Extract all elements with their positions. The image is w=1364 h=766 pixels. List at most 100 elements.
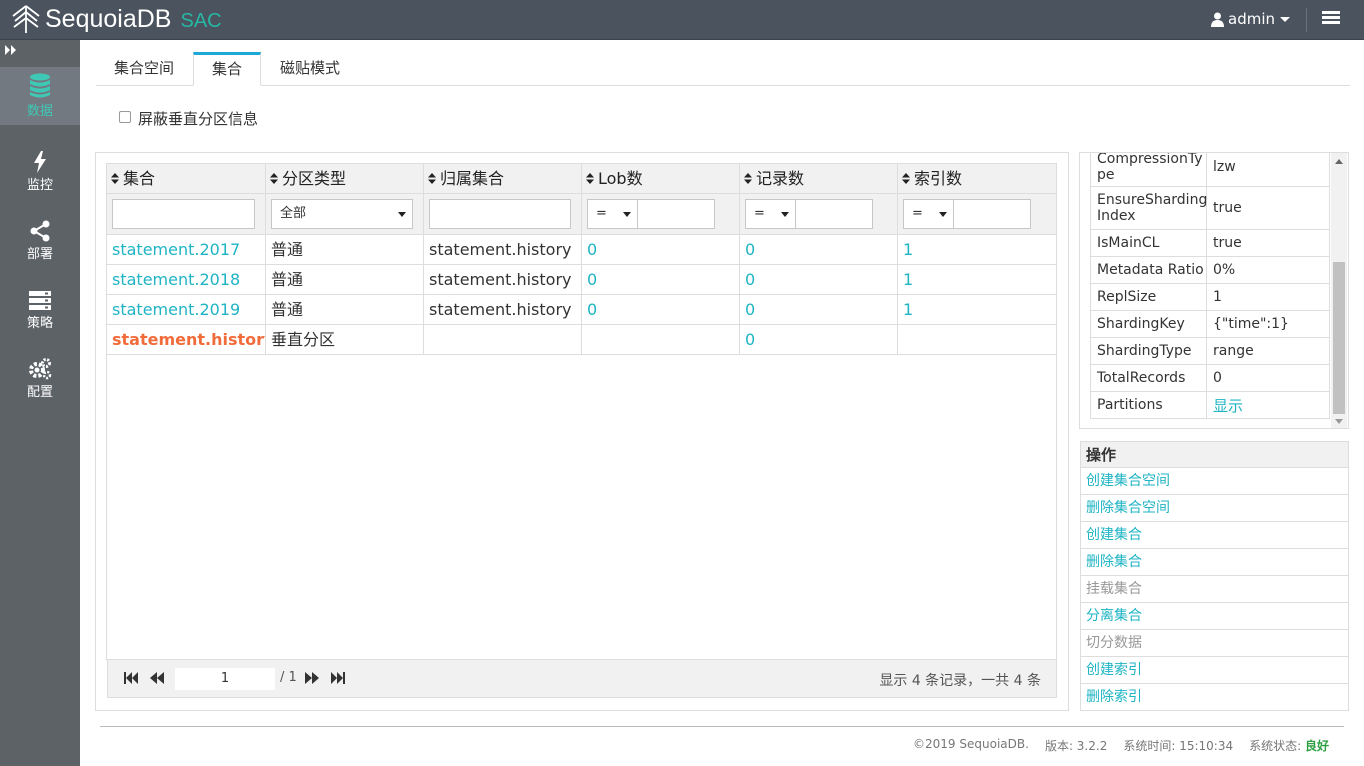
- detail-key: EnsureSharding Index: [1091, 187, 1207, 229]
- detail-scrollbar[interactable]: [1331, 153, 1347, 428]
- scroll-up-icon[interactable]: [1335, 159, 1343, 164]
- sidebar-item-deploy[interactable]: 部署: [0, 214, 80, 272]
- user-name: admin: [1228, 10, 1275, 28]
- sidebar-item-label: 监控: [26, 178, 53, 193]
- lob-filter-input[interactable]: [637, 199, 715, 229]
- column-header-lob[interactable]: Lob数: [582, 164, 740, 194]
- share-icon: [30, 220, 50, 242]
- record-count[interactable]: 0: [740, 235, 898, 265]
- indexes-operator-select[interactable]: =: [903, 199, 954, 229]
- delete-index-link[interactable]: 删除索引: [1081, 684, 1348, 711]
- page-total: / 1: [280, 670, 297, 685]
- sidebar-item-data[interactable]: 数据: [0, 67, 80, 125]
- sidebar-item-strategy[interactable]: 策略: [0, 283, 80, 341]
- partition-type: 普通: [266, 235, 424, 265]
- lightning-icon: [34, 151, 46, 173]
- first-page-icon[interactable]: [124, 672, 138, 684]
- operations-title: 操作: [1081, 442, 1348, 468]
- lob-count[interactable]: [582, 325, 740, 355]
- tab-collection[interactable]: 集合: [193, 52, 261, 86]
- gears-icon: [29, 358, 52, 380]
- collection-name-link-selected[interactable]: statement.history: [107, 325, 266, 355]
- sort-icon: [270, 173, 278, 184]
- sidebar-item-monitor[interactable]: 监控: [0, 145, 80, 203]
- detail-value: lzw: [1213, 159, 1236, 175]
- prev-page-icon[interactable]: [150, 672, 164, 684]
- chevron-down-icon: [398, 212, 406, 217]
- top-bar: SequoiaDB SAC admin: [0, 0, 1364, 40]
- lob-count[interactable]: 0: [582, 265, 740, 295]
- detail-key: ShardingType: [1091, 338, 1207, 364]
- records-filter-input[interactable]: [795, 199, 873, 229]
- records-operator-select[interactable]: =: [745, 199, 796, 229]
- record-count[interactable]: 0: [740, 325, 898, 355]
- tab-tile-mode[interactable]: 磁贴模式: [268, 52, 352, 86]
- create-index-link[interactable]: 创建索引: [1081, 657, 1348, 684]
- hide-vertical-partition-option[interactable]: 屏蔽垂直分区信息: [119, 108, 258, 129]
- delete-collection-space-link[interactable]: 删除集合空间: [1081, 495, 1348, 522]
- lob-count[interactable]: 0: [582, 295, 740, 325]
- column-header-records[interactable]: 记录数: [740, 164, 898, 194]
- index-count[interactable]: 1: [898, 235, 1056, 265]
- hide-vertical-partition-checkbox[interactable]: [119, 110, 131, 123]
- filter-cell: [424, 194, 582, 235]
- record-count[interactable]: 0: [740, 295, 898, 325]
- tree-logo-icon: [12, 5, 40, 33]
- main-collection: statement.history: [424, 265, 582, 295]
- detail-key: TotalRecords: [1091, 365, 1207, 391]
- column-header-type[interactable]: 分区类型: [266, 164, 424, 194]
- lob-count[interactable]: 0: [582, 235, 740, 265]
- detail-key: CompressionType: [1091, 153, 1207, 186]
- record-count[interactable]: 0: [740, 265, 898, 295]
- operations-panel: 操作 创建集合空间 删除集合空间 创建集合 删除集合 挂载集合 分离集合 切分数…: [1080, 441, 1349, 711]
- name-filter-input[interactable]: [112, 199, 255, 229]
- collection-name-link[interactable]: statement.2019: [107, 295, 266, 325]
- user-menu[interactable]: admin: [1211, 10, 1290, 28]
- footer: ©2019 SequoiaDB. 版本: 3.2.2 系统时间: 15:10:3…: [913, 737, 1329, 754]
- attach-collection-link: 挂载集合: [1081, 576, 1348, 603]
- page-number-input[interactable]: 1: [175, 668, 275, 690]
- main-collection: statement.history: [424, 295, 582, 325]
- last-page-icon[interactable]: [331, 672, 345, 684]
- indexes-filter-input[interactable]: [953, 199, 1031, 229]
- column-header-name[interactable]: 集合: [107, 164, 266, 194]
- system-time: 系统时间: 15:10:34: [1123, 739, 1234, 753]
- create-collection-space-link[interactable]: 创建集合空间: [1081, 468, 1348, 495]
- system-status-label: 系统状态:: [1249, 739, 1302, 753]
- filter-cell: [107, 194, 266, 235]
- main-cl-filter-input[interactable]: [429, 199, 571, 229]
- collection-name-link[interactable]: statement.2018: [107, 265, 266, 295]
- detail-row: TotalRecords 0: [1090, 365, 1330, 392]
- sidebar-item-label: 部署: [26, 247, 53, 262]
- logo[interactable]: SequoiaDB SAC: [10, 4, 222, 34]
- scroll-down-icon[interactable]: [1335, 419, 1343, 424]
- collection-grid: 集合 分区类型 归属集合 Lob数 记录数 索引数 全部 = = = state…: [106, 163, 1057, 660]
- detach-collection-link[interactable]: 分离集合: [1081, 603, 1348, 630]
- detail-key: Metadata Ratio: [1091, 257, 1207, 283]
- create-collection-link[interactable]: 创建集合: [1081, 522, 1348, 549]
- type-filter-select[interactable]: 全部: [271, 199, 413, 229]
- collection-name-link[interactable]: statement.2017: [107, 235, 266, 265]
- sidebar-item-config[interactable]: 配置: [0, 352, 80, 410]
- double-chevron-right-icon[interactable]: [5, 45, 17, 55]
- scroll-thumb[interactable]: [1333, 262, 1345, 414]
- column-header-indexes[interactable]: 索引数: [898, 164, 1056, 194]
- index-count[interactable]: 1: [898, 265, 1056, 295]
- pager: 1 / 1 显示 4 条记录，一共 4 条: [107, 660, 1057, 698]
- main-collection: [424, 325, 582, 355]
- pager-info: 显示 4 条记录，一共 4 条: [879, 673, 1041, 689]
- index-count[interactable]: 1: [898, 295, 1056, 325]
- index-count[interactable]: [898, 325, 1056, 355]
- version: 版本: 3.2.2: [1044, 739, 1108, 753]
- partitions-show-link[interactable]: 显示: [1207, 392, 1331, 418]
- column-header-main-cl[interactable]: 归属集合: [424, 164, 582, 194]
- next-page-icon[interactable]: [305, 672, 319, 684]
- brand-name: SequoiaDB: [45, 4, 172, 33]
- delete-collection-link[interactable]: 删除集合: [1081, 549, 1348, 576]
- lob-operator-select[interactable]: =: [587, 199, 638, 229]
- tab-collection-space[interactable]: 集合空间: [96, 52, 192, 86]
- sidebar: 数据 监控 部署 策略 配置: [0, 40, 80, 766]
- system-status: 系统状态: 良好: [1249, 737, 1329, 754]
- menu-icon[interactable]: [1322, 11, 1340, 25]
- hide-vertical-partition-label: 屏蔽垂直分区信息: [138, 110, 259, 128]
